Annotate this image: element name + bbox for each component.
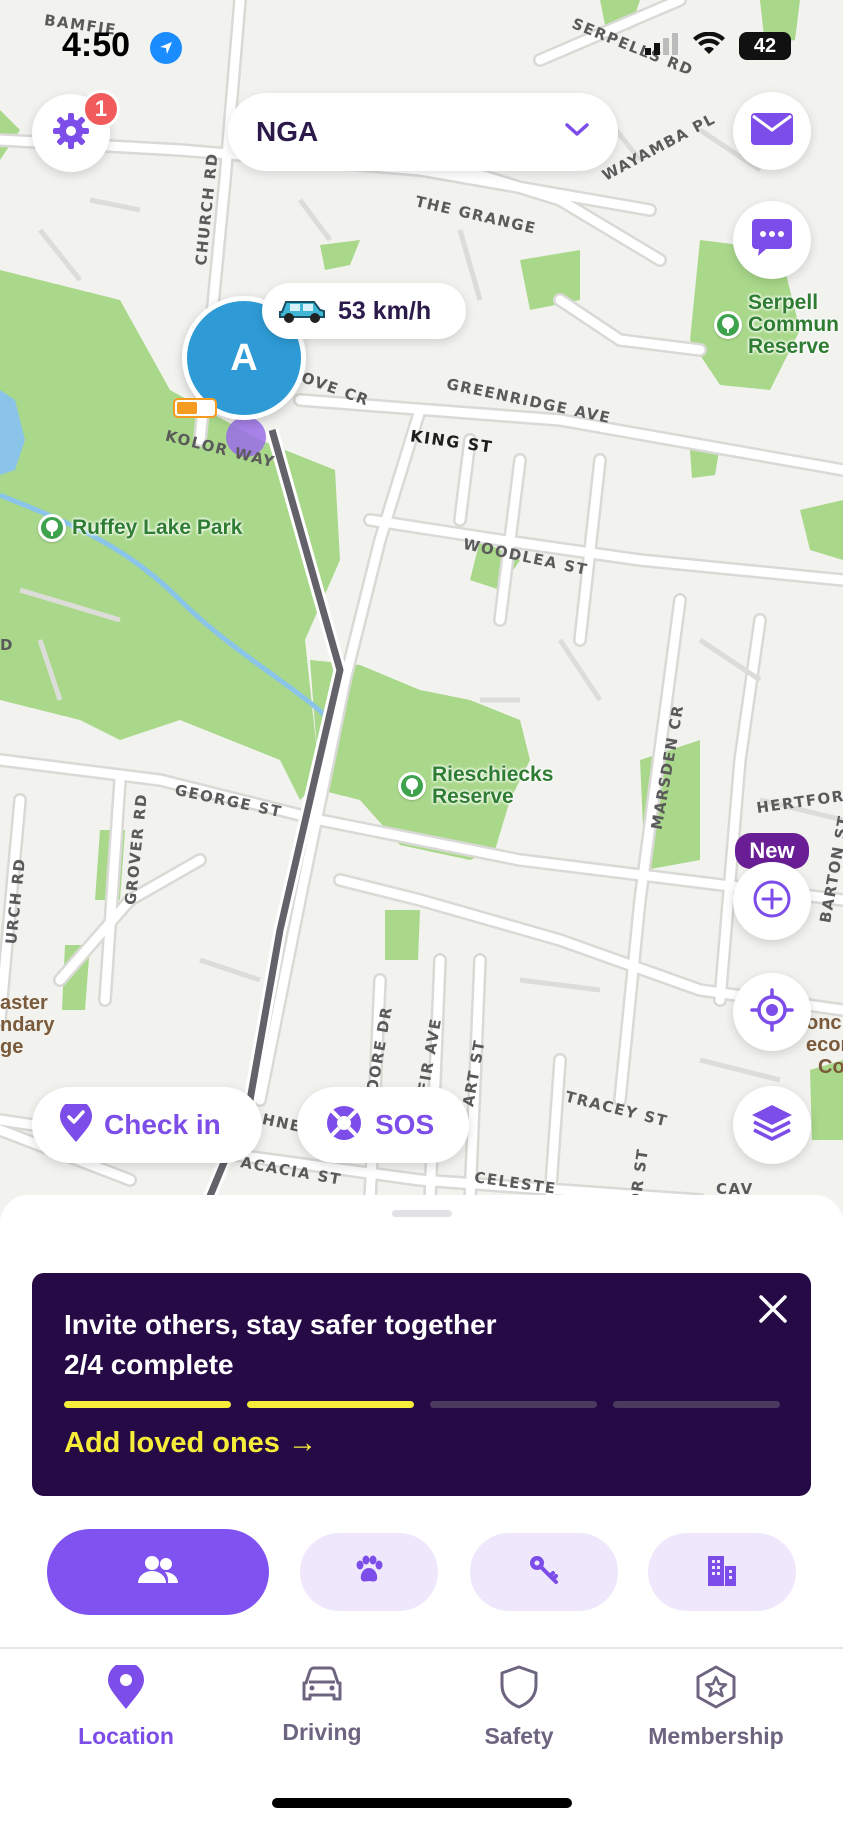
check-in-button[interactable]: Check in	[32, 1087, 262, 1163]
filter-chip-pets[interactable]	[300, 1533, 438, 1611]
building-icon	[707, 1554, 737, 1590]
map-layers-button[interactable]	[733, 1086, 811, 1164]
recenter-button[interactable]	[733, 973, 811, 1051]
map-edge-text: ndary	[0, 1014, 55, 1036]
lifebuoy-icon	[325, 1104, 363, 1146]
chevron-down-icon	[564, 122, 590, 142]
filter-chip-places[interactable]	[648, 1533, 796, 1611]
poi-serpell-reserve[interactable]: Serpell Commun Reserve	[714, 292, 839, 358]
map-edge-text: econ	[806, 1034, 843, 1056]
chat-button[interactable]	[733, 201, 811, 279]
poi-label-line: Commun	[748, 313, 839, 336]
poi-label-line: Rieschiecks	[432, 763, 554, 786]
key-icon	[528, 1554, 560, 1590]
tab-label: Driving	[282, 1719, 362, 1745]
progress-segment	[247, 1401, 414, 1408]
invite-progress-bar	[64, 1401, 780, 1408]
map-view[interactable]: BAMFIE SERPELLS RD WAYAMBA PL CHURCH RD …	[0, 0, 843, 1220]
crosshair-icon	[750, 988, 794, 1036]
poi-label: Rieschiecks Reserve	[432, 764, 553, 808]
car-icon	[276, 294, 328, 328]
speed-value: 53 km/h	[338, 296, 432, 325]
status-time: 4:50	[62, 26, 131, 64]
paw-icon	[353, 1555, 385, 1589]
plus-circle-icon	[752, 879, 792, 923]
progress-segment	[64, 1401, 231, 1408]
tab-safety[interactable]: Safety	[424, 1665, 614, 1750]
tab-driving[interactable]: Driving	[227, 1665, 417, 1746]
sos-button[interactable]: SOS	[297, 1087, 469, 1163]
member-battery-indicator	[173, 398, 217, 418]
invite-progress-text: 2/4 complete	[64, 1349, 234, 1380]
filter-chip-people[interactable]	[47, 1529, 269, 1615]
add-place-button[interactable]	[733, 862, 811, 940]
poi-label-line: Serpell	[748, 291, 819, 314]
map-base-layer	[0, 0, 843, 1220]
progress-segment	[430, 1401, 597, 1408]
member-initial: A	[230, 336, 258, 379]
tab-membership[interactable]: Membership	[621, 1665, 811, 1750]
filter-chip-items[interactable]	[470, 1533, 618, 1611]
tree-icon	[38, 514, 66, 542]
close-button[interactable]	[753, 1291, 793, 1331]
status-indicators: 42	[645, 31, 791, 60]
star-badge-icon	[694, 1665, 738, 1713]
location-pin-icon	[108, 1662, 144, 1713]
poi-label: Serpell Commun Reserve	[748, 292, 839, 358]
street-label-fragment: D	[0, 636, 14, 654]
cellular-signal-icon	[645, 33, 679, 59]
tree-icon	[714, 311, 742, 339]
car-icon	[300, 1665, 344, 1709]
close-icon	[758, 1294, 788, 1328]
inbox-button[interactable]	[733, 92, 811, 170]
shield-icon	[499, 1665, 539, 1713]
map-edge-text: Co	[818, 1056, 843, 1078]
invite-title: Invite others, stay safer together	[64, 1309, 497, 1340]
progress-segment	[613, 1401, 780, 1408]
poi-label-line: Reserve	[432, 785, 514, 808]
map-edge-text: aster	[0, 992, 48, 1014]
sheet-drag-handle[interactable]	[392, 1210, 452, 1217]
invite-card[interactable]: Invite others, stay safer together 2/4 c…	[32, 1273, 811, 1496]
poi-label: Ruffey Lake Park	[72, 516, 243, 539]
map-edge-text: ge	[0, 1036, 24, 1058]
circle-selector[interactable]: NGA	[228, 93, 618, 171]
chat-bubble-icon	[752, 219, 792, 261]
map-edge-label-right: onc econ Co	[806, 1012, 843, 1078]
notification-badge: 1	[82, 90, 120, 128]
mail-icon	[751, 113, 793, 149]
circle-name: NGA	[256, 116, 319, 147]
tab-label: Location	[78, 1723, 174, 1749]
battery-icon: 42	[739, 32, 791, 60]
location-services-icon	[150, 32, 182, 64]
poi-rieschiecks-reserve[interactable]: Rieschiecks Reserve	[398, 764, 553, 808]
map-edge-text: onc	[806, 1012, 842, 1034]
check-in-label: Check in	[104, 1109, 221, 1140]
wifi-icon	[693, 31, 725, 60]
people-icon	[137, 1555, 179, 1589]
sos-label: SOS	[375, 1109, 435, 1140]
tab-location[interactable]: Location	[31, 1662, 221, 1750]
poi-label-line: Reserve	[748, 335, 830, 358]
tree-icon	[398, 772, 426, 800]
home-indicator	[272, 1798, 572, 1808]
add-loved-ones-link[interactable]: Add loved ones →	[64, 1427, 317, 1460]
poi-ruffey-lake-park[interactable]: Ruffey Lake Park	[38, 514, 242, 542]
tab-label: Safety	[484, 1723, 554, 1749]
speed-chip[interactable]: 53 km/h	[262, 283, 466, 339]
check-pin-icon	[60, 1100, 92, 1146]
tab-label: Membership	[648, 1723, 784, 1749]
layers-icon	[750, 1103, 794, 1147]
map-edge-label-left: aster ndary ge	[0, 992, 54, 1058]
battery-fill	[177, 402, 197, 414]
